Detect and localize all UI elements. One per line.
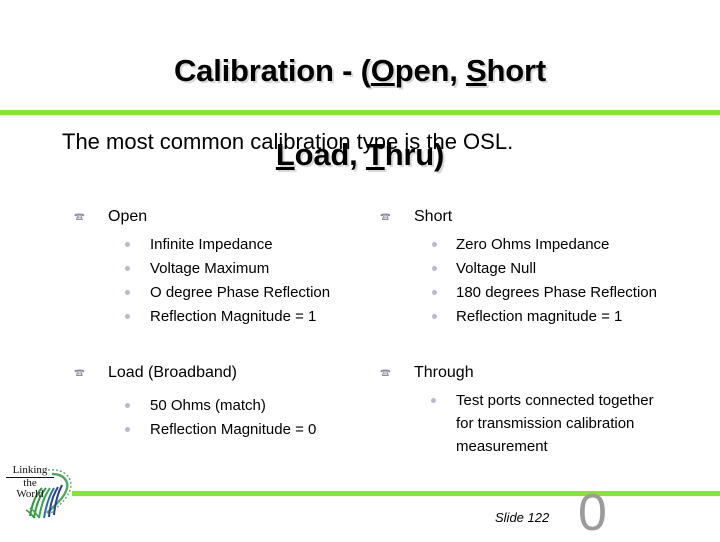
list-item-label: Reflection magnitude = 1 [456,308,623,325]
list-item-label-line-2: for transmission calibration [456,415,635,432]
title-line-1: Calibration - (Open, Short [174,53,546,88]
company-logo: Linking the World [4,460,82,528]
sub-bullet-list-through: Test ports connected together for transm… [378,389,708,458]
list-item-label: Reflection Magnitude = 1 [150,308,317,325]
title-underline-o: O [370,53,395,88]
dot-bullet-icon [432,314,437,319]
list-item-label: Voltage Maximum [150,260,270,277]
sub-bullet-list-short: Zero Ohms Impedance Voltage Null 180 deg… [378,233,708,328]
page-number: 0 [578,484,607,542]
dot-bullet-icon [125,242,130,247]
list-item-label: O degree Phase Reflection [150,284,331,301]
list-item: Zero Ohms Impedance [378,233,708,256]
dot-bullet-icon [431,398,436,403]
dot-bullet-icon [125,403,130,408]
bullet-lead-label: Through [414,364,474,381]
logo-line-1: Linking [6,464,54,478]
list-item: O degree Phase Reflection [72,281,382,304]
list-item-label-line-3: measurement [456,438,548,455]
list-item: Voltage Null [378,257,708,280]
list-item-label: 180 degrees Phase Reflection [456,284,657,301]
list-item: Reflection Magnitude = 0 [72,418,382,441]
dot-bullet-icon [125,290,130,295]
wingding-b-bullet-icon: 🕿 [74,364,85,382]
bullet-group-open: 🕿 Open Infinite Impedance Voltage Maximu… [72,206,382,328]
bullet-lead-short: 🕿 Short [378,206,708,228]
dot-bullet-icon [432,266,437,271]
list-item-label: Reflection Magnitude = 0 [150,421,317,438]
bullet-lead-load: 🕿 Load (Broadband) [72,362,382,384]
logo-wordmark: Linking the World [6,464,54,501]
title-underline-s: S [466,53,487,88]
bullet-lead-label: Open [108,208,148,225]
content-column-right: 🕿 Short Zero Ohms Impedance Voltage Null… [378,206,708,329]
bullet-group-through: 🕿 Through Test ports connected together … [378,362,708,459]
dot-bullet-icon [125,314,130,319]
dot-bullet-icon [125,266,130,271]
list-item-label: Zero Ohms Impedance [456,236,610,253]
slide-number-label: Slide 122 [495,510,550,525]
list-item: Voltage Maximum [72,257,382,280]
wingding-b-bullet-icon: 🕿 [74,208,85,226]
content-column-left: 🕿 Open Infinite Impedance Voltage Maximu… [72,206,382,329]
header-divider-rule [0,110,720,115]
wingding-b-bullet-icon: 🕿 [380,208,391,226]
list-item-label: Infinite Impedance [150,236,273,253]
list-item-label-line-1: Test ports connected together [456,392,654,409]
list-item: Test ports connected together for transm… [378,389,708,458]
bullet-lead-open: 🕿 Open [72,206,382,228]
bullet-lead-label: Short [414,208,453,225]
subtitle-text: The most common calibration type is the … [62,129,514,154]
wingding-b-bullet-icon: 🕿 [380,364,391,382]
list-item: 50 Ohms (match) [72,394,382,417]
sub-bullet-list-open: Infinite Impedance Voltage Maximum O deg… [72,233,382,328]
list-item-label: Voltage Null [456,260,537,277]
bullet-group-load: 🕿 Load (Broadband) 50 Ohms (match) Refle… [72,362,382,442]
dot-bullet-icon [125,427,130,432]
bullet-lead-through: 🕿 Through [378,362,708,384]
dot-bullet-icon [432,242,437,247]
logo-line-3: World [16,488,44,500]
bullet-lead-label: Load (Broadband) [108,364,237,381]
footer-divider-rule [72,491,720,496]
bullet-group-short: 🕿 Short Zero Ohms Impedance Voltage Null… [378,206,708,328]
dot-bullet-icon [432,290,437,295]
list-item: 180 degrees Phase Reflection [378,281,708,304]
list-item: Infinite Impedance [72,233,382,256]
list-item: Reflection magnitude = 1 [378,305,708,328]
list-item: Reflection Magnitude = 1 [72,305,382,328]
list-item-label: 50 Ohms (match) [150,397,266,414]
sub-bullet-list-load: 50 Ohms (match) Reflection Magnitude = 0 [72,394,382,441]
slide-canvas: Calibration - (Open, Short Load, Thru) T… [0,0,720,540]
